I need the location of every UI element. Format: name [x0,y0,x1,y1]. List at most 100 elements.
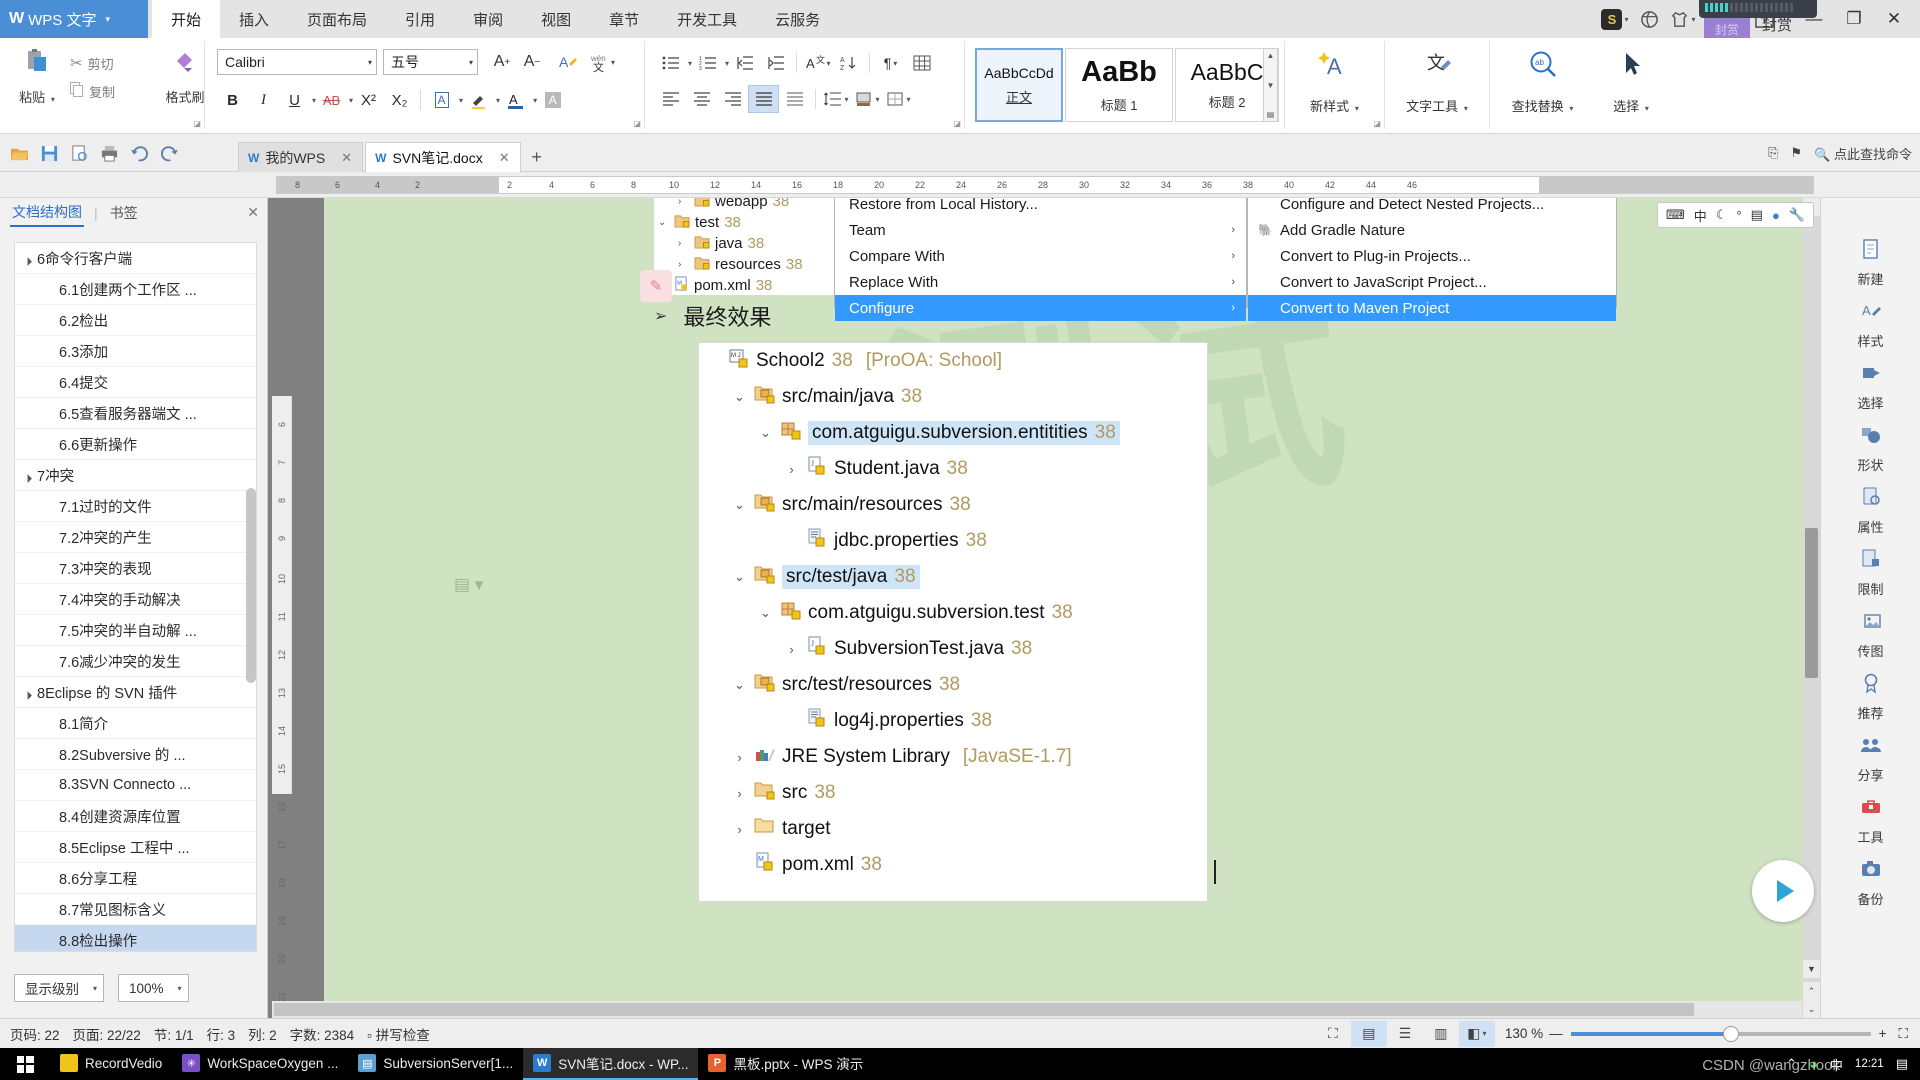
chevron-icon[interactable]: ⌄ [731,569,748,585]
chevron-icon[interactable]: › [678,259,689,270]
globe-icon[interactable] [1632,0,1666,38]
outline-item[interactable]: ◢ 7冲突 [15,460,256,491]
save-icon[interactable] [36,140,63,167]
ime-floating-bar[interactable]: ⌨ 中 ☾ ° ▤ ● 🔧 [1657,202,1814,228]
next-page-button[interactable]: ⌄ [1803,1000,1820,1018]
spellcheck-status[interactable]: ▫ 拼写检查 [367,1024,430,1044]
submenu-item[interactable]: Convert to Maven Project [1248,295,1616,321]
new-style-button[interactable]: A 新样式 ▾ [1285,49,1384,115]
project-tree-row[interactable]: jdbc.properties 38 [699,523,1207,559]
paste-button[interactable]: 粘贴 ▾ [8,47,66,106]
right-panel-item-style[interactable]: A 样式 [1821,294,1920,356]
project-tree-row[interactable]: › JRE System Library [JavaSE-1.7] [699,739,1207,775]
outline-item[interactable]: 7.5冲突的半自动解 ... [15,615,256,646]
project-tree-row[interactable]: › src 38 [699,775,1207,811]
fit-page-icon[interactable]: ⛶ [1899,1026,1908,1042]
outline-item[interactable]: 7.4冲突的手动解决 [15,584,256,615]
style-item-heading1[interactable]: AaBb 标题 1 [1065,48,1173,122]
project-tree-row[interactable]: ⌄ src/test/resources 38 [699,667,1207,703]
project-tree-row[interactable]: › J Student.java 38 [699,451,1207,487]
outline-item[interactable]: 6.3添加 [15,336,256,367]
tab-start[interactable]: 开始 [152,0,221,38]
styles-dialog-launcher[interactable]: ◪ [1373,119,1381,128]
zoom-slider-knob[interactable] [1722,1025,1739,1042]
tab-page-layout[interactable]: 页面布局 [288,0,386,38]
outline-item[interactable]: 6.4提交 [15,367,256,398]
outline-item[interactable]: 6.1创建两个工作区 ... [15,274,256,305]
font-dialog-launcher[interactable]: ◪ [633,119,641,128]
right-panel-item-recommend[interactable]: 推荐 [1821,666,1920,728]
project-tree-row[interactable]: log4j.properties 38 [699,703,1207,739]
context-menu-item[interactable]: Replace With › [835,269,1246,295]
format-painter-button[interactable]: 格式刷 [160,47,210,106]
document-heading-line[interactable]: ➢ 最终效果 [654,300,771,332]
style-item-normal[interactable]: AaBbCcDd 正文 [975,48,1063,122]
pinyin-guide-button[interactable]: wén 文 ▾ [587,49,617,75]
redo-icon[interactable] [156,140,183,167]
context-menu-item[interactable]: Restore from Local History... [835,198,1246,217]
tab-review[interactable]: 审阅 [454,0,522,38]
page-layout-icon[interactable]: ⎘ [1768,145,1778,161]
bold-button[interactable]: B [217,86,248,114]
align-right-button[interactable] [717,85,748,113]
submenu-item[interactable]: Configure and Detect Nested Projects... [1248,198,1616,217]
zoom-in-button[interactable]: + [1879,1026,1887,1041]
shading-button[interactable]: ▾ [852,85,883,113]
chevron-icon[interactable]: ⌄ [731,389,748,405]
undo-icon[interactable] [126,140,153,167]
outline-item[interactable]: 6.2检出 [15,305,256,336]
italic-button[interactable]: I [248,86,279,114]
taskbar-item[interactable]: P 黑板.pptx - WPS 演示 [698,1048,873,1080]
document-page[interactable]: 测试 ›resources38›webapp38⌄test38›java38›r… [324,198,1806,1018]
subscript-button[interactable]: X₂ [384,86,415,114]
close-icon[interactable]: ✕ [341,150,352,166]
wrench-icon[interactable]: 🔧 [1789,207,1805,223]
project-tree-row[interactable]: ⌄ src/main/resources 38 [699,487,1207,523]
full-screen-icon[interactable]: ⛶ [1315,1021,1351,1047]
outline-item[interactable]: ◢ 6命令行客户端 [15,243,256,274]
paragraph-dialog-launcher[interactable]: ◪ [953,119,961,128]
chevron-icon[interactable]: ⌄ [757,425,774,441]
right-panel-item-toolbox[interactable]: 工具 [1821,790,1920,852]
char-shading-button[interactable]: A [537,86,568,114]
nav-tab-bookmark[interactable]: 书签 [108,200,140,226]
context-menu-item[interactable]: Configure › [835,295,1246,321]
new-tab-button[interactable]: + [523,142,551,172]
vertical-ruler[interactable]: 678910111213141516171819202122232425 [272,396,292,1078]
project-tree-row[interactable]: ⌄ src/main/java 38 [699,379,1207,415]
cut-button[interactable]: ✂ 剪切 [70,49,115,77]
outline-item[interactable]: ◢ 8Eclipse 的 SVN 插件 [15,677,256,708]
context-menu-item[interactable]: Team › [835,217,1246,243]
underline-button[interactable]: U [279,86,310,114]
right-panel-item-select[interactable]: 选择 [1821,356,1920,418]
eclipse-tree-row[interactable]: › java 38 [654,233,834,254]
tab-insert[interactable]: 插入 [220,0,288,38]
scroll-down-button[interactable]: ▼ [1803,960,1820,978]
context-menu-item[interactable]: Compare With › [835,243,1246,269]
ai-sparkle-icon[interactable]: ✎ [640,270,672,302]
section-status[interactable]: 节: 1/1 [154,1024,194,1044]
tray-clock[interactable]: 12:21 [1855,1058,1884,1070]
shrink-font-button[interactable]: A − [517,49,547,75]
project-tree-row[interactable]: ⌄ com.atguigu.subversion.entitities 38 [699,415,1207,451]
web-view-icon[interactable]: ▥ [1423,1021,1459,1047]
nav-zoom-select[interactable]: 100% ▾ [118,974,189,1002]
dot-icon[interactable]: ° [1736,208,1741,223]
outline-item[interactable]: 8.3SVN Connecto ... [15,770,256,801]
taskbar-item[interactable]: ▤ SubversionServer[1... [348,1048,523,1080]
outline-item[interactable]: 7.3冲突的表现 [15,553,256,584]
bullets-button[interactable] [655,49,686,77]
right-panel-item-new-doc[interactable]: 新建 [1821,232,1920,294]
taskbar-item[interactable]: RecordVedio [50,1048,172,1080]
s-badge-button[interactable]: S ▾ [1598,0,1632,38]
scrollbar-thumb[interactable] [1805,528,1818,678]
project-tree-row[interactable]: › J SubversionTest.java 38 [699,631,1207,667]
outline-item[interactable]: 6.6更新操作 [15,429,256,460]
zoom-out-button[interactable]: — [1549,1026,1563,1041]
pinyin-layout-button[interactable]: A 文 ▾ [802,49,833,77]
font-color-button[interactable]: A [500,86,531,114]
print-preview-icon[interactable] [66,140,93,167]
prev-page-button[interactable]: ⌃ [1803,982,1820,1000]
strikethrough-button[interactable]: AB [316,86,347,114]
chevron-down-icon[interactable]: ▾ [105,14,110,25]
